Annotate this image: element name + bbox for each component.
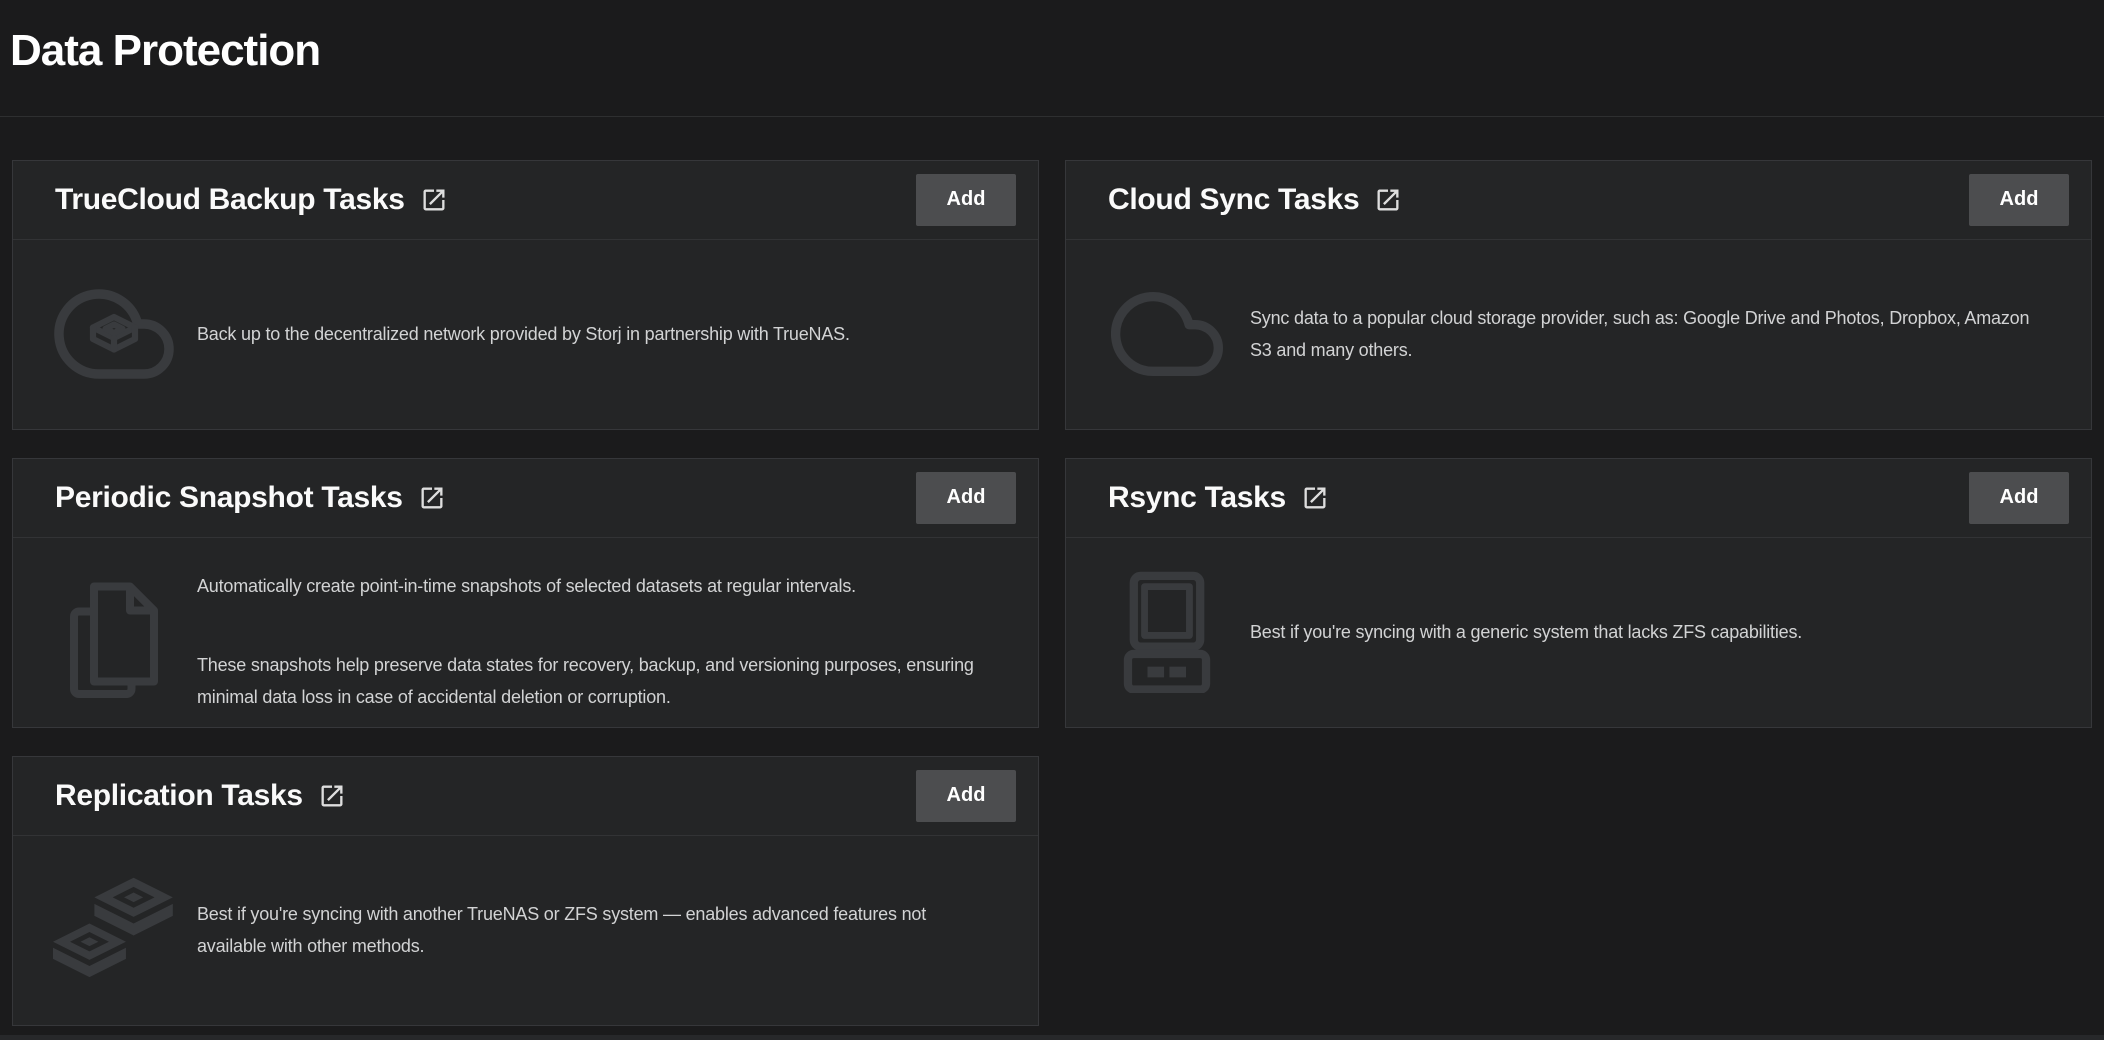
add-truecloud-backup-button[interactable]: Add bbox=[916, 174, 1016, 226]
card-header: Periodic Snapshot Tasks Add bbox=[13, 459, 1038, 538]
add-cloud-sync-button[interactable]: Add bbox=[1969, 174, 2069, 226]
description-paragraph: Automatically create point-in-time snaps… bbox=[197, 570, 974, 602]
card-header: Replication Tasks Add bbox=[13, 757, 1038, 836]
card-title: Periodic Snapshot Tasks bbox=[55, 481, 403, 515]
card-description: Best if you're syncing with a generic sy… bbox=[1250, 584, 1802, 681]
open-in-new-icon[interactable] bbox=[1301, 484, 1329, 512]
snapshots-icon bbox=[53, 579, 175, 704]
description-paragraph: Best if you're syncing with a generic sy… bbox=[1250, 616, 1802, 648]
description-paragraph: Best if you're syncing with another True… bbox=[197, 898, 926, 963]
card-title: Replication Tasks bbox=[55, 779, 303, 813]
open-in-new-icon[interactable] bbox=[418, 484, 446, 512]
card-header: Rsync Tasks Add bbox=[1066, 459, 2091, 538]
add-replication-button[interactable]: Add bbox=[916, 770, 1016, 822]
page-title: Data Protection bbox=[10, 26, 2094, 77]
storj-cloud-icon bbox=[53, 289, 175, 379]
footer-bar bbox=[0, 1035, 2104, 1040]
periodic-snapshot-tasks-card: Periodic Snapshot Tasks Add Automaticall… bbox=[12, 458, 1039, 728]
card-header: Cloud Sync Tasks Add bbox=[1066, 161, 2091, 240]
add-periodic-snapshot-button[interactable]: Add bbox=[916, 472, 1016, 524]
card-body: Best if you're syncing with a generic sy… bbox=[1066, 538, 2091, 727]
description-paragraph: Back up to the decentralized network pro… bbox=[197, 318, 850, 350]
card-description: Back up to the decentralized network pro… bbox=[197, 286, 850, 383]
cards-grid: TrueCloud Backup Tasks Add Ba bbox=[12, 160, 2092, 1026]
card-header: TrueCloud Backup Tasks Add bbox=[13, 161, 1038, 240]
page-header: Data Protection bbox=[0, 0, 2104, 77]
open-in-new-icon[interactable] bbox=[420, 186, 448, 214]
card-body: Back up to the decentralized network pro… bbox=[13, 240, 1038, 429]
rsync-tasks-card: Rsync Tasks Add Best if you're syncing w… bbox=[1065, 458, 2092, 728]
card-description: Best if you're syncing with another True… bbox=[197, 865, 926, 995]
cloud-sync-tasks-card: Cloud Sync Tasks Add Sync data to a popu… bbox=[1065, 160, 2092, 430]
card-body: Automatically create point-in-time snaps… bbox=[13, 538, 1038, 746]
title-divider bbox=[0, 116, 2104, 117]
card-body: Sync data to a popular cloud storage pro… bbox=[1066, 240, 2091, 429]
open-in-new-icon[interactable] bbox=[318, 782, 346, 810]
replication-boxes-icon bbox=[53, 876, 175, 984]
truecloud-backup-tasks-card: TrueCloud Backup Tasks Add Ba bbox=[12, 160, 1039, 430]
add-rsync-button[interactable]: Add bbox=[1969, 472, 2069, 524]
computer-icon bbox=[1106, 571, 1228, 693]
replication-tasks-card: Replication Tasks Add bbox=[12, 756, 1039, 1026]
card-title: TrueCloud Backup Tasks bbox=[55, 183, 405, 217]
card-title: Cloud Sync Tasks bbox=[1108, 183, 1359, 217]
description-paragraph: Sync data to a popular cloud storage pro… bbox=[1250, 302, 2029, 367]
card-description: Sync data to a popular cloud storage pro… bbox=[1250, 269, 2029, 399]
cloud-icon bbox=[1106, 290, 1228, 378]
card-description: Automatically create point-in-time snaps… bbox=[197, 538, 974, 746]
card-title: Rsync Tasks bbox=[1108, 481, 1286, 515]
card-body: Best if you're syncing with another True… bbox=[13, 836, 1038, 1025]
open-in-new-icon[interactable] bbox=[1374, 186, 1402, 214]
description-paragraph: These snapshots help preserve data state… bbox=[197, 649, 974, 714]
